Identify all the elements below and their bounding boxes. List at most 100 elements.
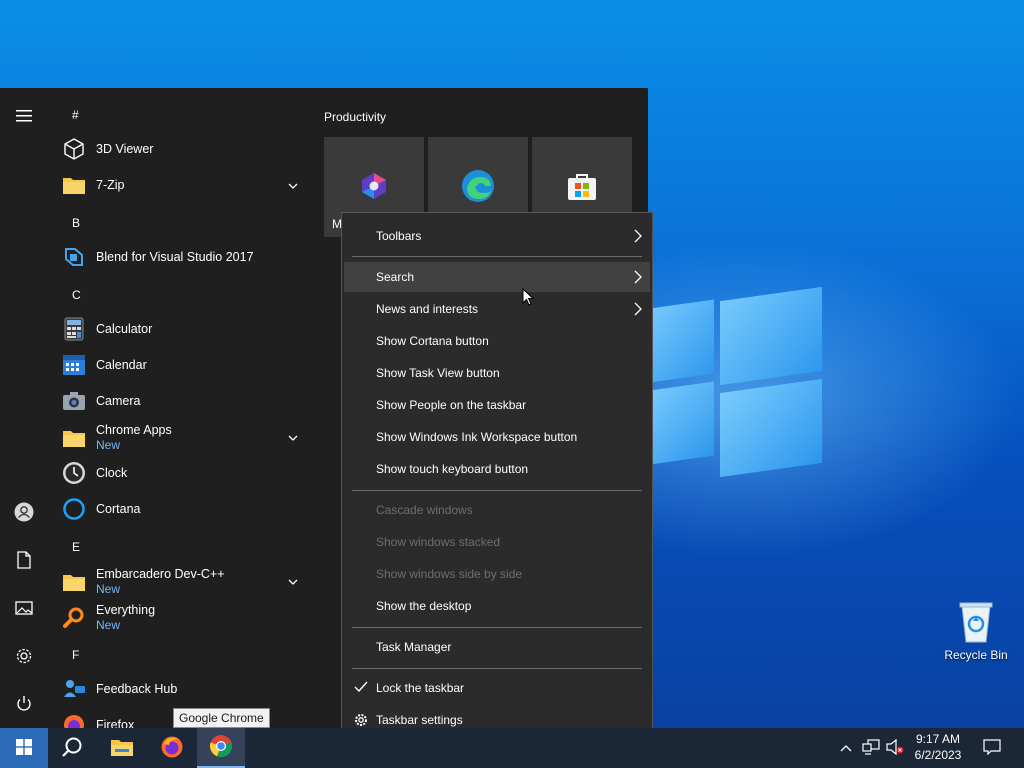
menu-item-label: Show Task View button — [376, 366, 500, 380]
app-3d-viewer[interactable]: 3D Viewer — [62, 132, 306, 166]
pictures-icon[interactable] — [0, 586, 48, 630]
new-badge: New — [96, 582, 121, 596]
app-embarcadero[interactable]: Embarcadero Dev-C++ New — [62, 564, 306, 600]
section-letter[interactable]: E — [72, 540, 80, 554]
cube-icon — [62, 137, 86, 161]
menu-separator — [352, 256, 642, 257]
menu-item-show-people[interactable]: Show People on the taskbar — [344, 390, 650, 420]
menu-item-show-touch-keyboard[interactable]: Show touch keyboard button — [344, 454, 650, 484]
show-hidden-icons-button[interactable] — [836, 728, 856, 768]
menu-item-show-desktop[interactable]: Show the desktop — [344, 591, 650, 621]
blend-icon — [62, 245, 86, 269]
app-name: 3D Viewer — [96, 141, 154, 156]
notification-icon — [983, 738, 1001, 758]
app-7-zip[interactable]: 7-Zip — [62, 168, 306, 202]
menu-item-lock-taskbar[interactable]: Lock the taskbar — [344, 673, 650, 703]
menu-item-label: News and interests — [376, 302, 479, 316]
action-center-button[interactable] — [980, 728, 1004, 768]
app-cortana[interactable]: Cortana — [62, 492, 306, 526]
firefox-icon — [160, 735, 184, 762]
calendar-icon — [62, 353, 86, 377]
tray-date: 6/2/2023 — [914, 748, 962, 762]
app-name: Camera — [96, 393, 141, 408]
section-letter[interactable]: F — [72, 648, 79, 662]
menu-item-show-task-view[interactable]: Show Task View button — [344, 358, 650, 388]
tray-clock[interactable]: 9:17 AM 6/2/2023 — [908, 731, 968, 763]
app-list: # 3D Viewer 7-Zip B Blend for Visual Stu… — [48, 88, 312, 728]
section-letter[interactable]: # — [72, 108, 79, 122]
chevron-up-icon — [840, 741, 852, 755]
taskbar-context-menu: Toolbars Search News and interests Show … — [341, 212, 653, 745]
app-feedback-hub[interactable]: Feedback Hub — [62, 672, 306, 706]
feedback-icon — [62, 677, 86, 701]
folder-icon — [62, 426, 86, 450]
chevron-right-icon — [634, 270, 642, 287]
calculator-icon — [62, 317, 86, 341]
section-letter[interactable]: C — [72, 288, 81, 302]
taskbar: 9:17 AM 6/2/2023 — [0, 728, 1024, 768]
menu-item-show-ink-workspace[interactable]: Show Windows Ink Workspace button — [344, 422, 650, 452]
menu-item-label: Toolbars — [376, 229, 422, 243]
app-name: Calculator — [96, 321, 153, 336]
chevron-down-icon[interactable] — [288, 574, 298, 588]
menu-separator — [352, 627, 642, 628]
app-calendar[interactable]: Calendar — [62, 348, 306, 382]
new-badge: New — [96, 438, 121, 452]
taskbar-firefox[interactable] — [148, 728, 196, 768]
file-explorer-icon — [110, 737, 134, 760]
app-camera[interactable]: Camera — [62, 384, 306, 418]
app-name: Everything — [96, 603, 156, 617]
menu-item-label: Show People on the taskbar — [376, 398, 527, 412]
chevron-down-icon[interactable] — [288, 178, 298, 192]
power-icon[interactable] — [0, 682, 48, 726]
tile-group-title: Productivity — [324, 110, 387, 124]
menu-item-label: Show windows side by side — [376, 567, 523, 581]
chevron-right-icon — [634, 302, 642, 319]
app-name: Firefox — [96, 717, 135, 729]
user-icon[interactable] — [0, 490, 48, 534]
menu-item-news-and-interests[interactable]: News and interests — [344, 294, 650, 324]
app-calculator[interactable]: Calculator — [62, 312, 306, 346]
menu-item-label: Show Windows Ink Workspace button — [376, 430, 578, 444]
app-everything[interactable]: Everything New — [62, 600, 306, 636]
menu-item-label: Taskbar settings — [376, 713, 463, 727]
cortana-icon — [62, 497, 86, 521]
volume-tray-button[interactable] — [884, 728, 906, 768]
app-name: 7-Zip — [96, 177, 125, 192]
search-icon — [61, 736, 83, 761]
chevron-down-icon[interactable] — [288, 430, 298, 444]
hamburger-icon[interactable] — [0, 94, 48, 138]
document-icon[interactable] — [0, 538, 48, 582]
menu-item-toolbars[interactable]: Toolbars — [344, 221, 650, 251]
taskbar-chrome[interactable] — [197, 728, 245, 768]
menu-item-task-manager[interactable]: Task Manager — [344, 632, 650, 662]
app-blend[interactable]: Blend for Visual Studio 2017 — [62, 240, 306, 274]
recycle-bin-label: Recycle Bin — [944, 648, 1008, 662]
settings-icon[interactable] — [0, 634, 48, 678]
taskbar-file-explorer[interactable] — [98, 728, 146, 768]
network-tray-button[interactable] — [860, 728, 882, 768]
section-letter[interactable]: B — [72, 216, 80, 230]
app-name: Calendar — [96, 357, 147, 372]
menu-item-label: Show the desktop — [376, 599, 472, 613]
menu-item-search[interactable]: Search — [344, 262, 650, 292]
app-name: Cortana — [96, 501, 141, 516]
menu-item-show-cortana[interactable]: Show Cortana button — [344, 326, 650, 356]
menu-item-label: Lock the taskbar — [376, 681, 465, 695]
windows-logo-wallpaper — [650, 286, 822, 480]
firefox-icon — [62, 713, 86, 728]
app-name: Chrome Apps — [96, 423, 172, 437]
recycle-bin[interactable]: Recycle Bin — [940, 600, 1012, 662]
new-badge: New — [96, 618, 121, 632]
camera-icon — [62, 389, 86, 413]
menu-item-label: Search — [376, 270, 415, 284]
office-icon — [359, 171, 389, 204]
app-chrome-apps[interactable]: Chrome Apps New — [62, 420, 306, 456]
menu-item-cascade-windows: Cascade windows — [344, 495, 650, 525]
app-clock[interactable]: Clock — [62, 456, 306, 490]
start-button[interactable] — [0, 728, 48, 768]
folder-icon — [62, 570, 86, 594]
chrome-icon — [209, 734, 233, 761]
taskbar-search-button[interactable] — [48, 728, 96, 768]
magnifier-icon — [62, 606, 86, 630]
